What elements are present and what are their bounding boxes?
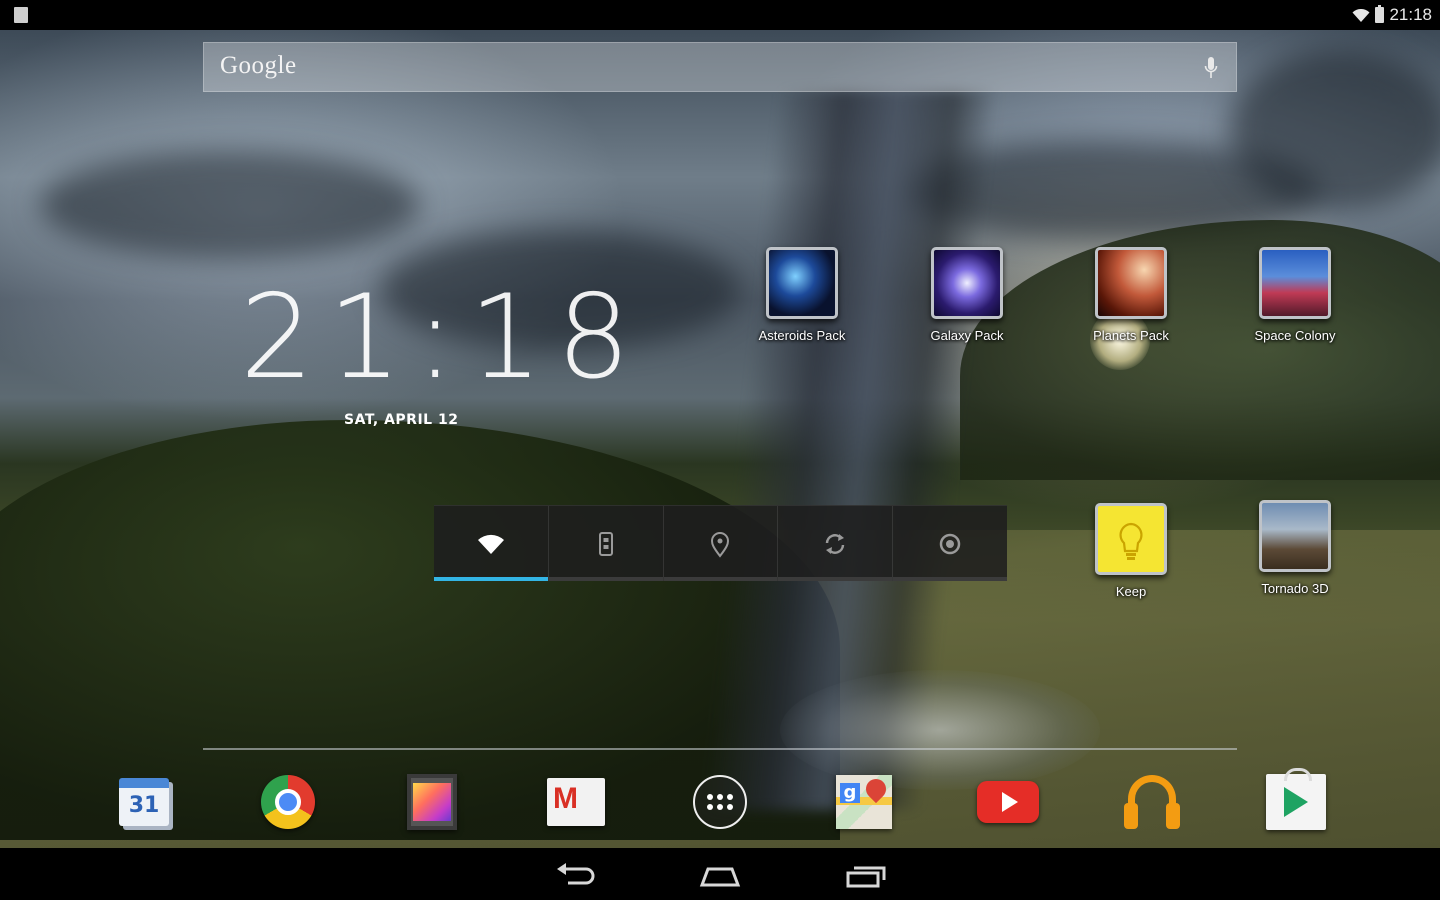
brightness-icon (939, 533, 961, 554)
sync-icon (826, 533, 845, 554)
home-icon (699, 867, 741, 887)
status-bar[interactable]: 21:18 (0, 0, 1440, 30)
location-pin-icon (711, 531, 730, 558)
apps-grid-icon (693, 775, 747, 829)
gallery-image (413, 783, 451, 821)
keep-icon (1095, 503, 1167, 575)
map-pin-icon (861, 774, 891, 804)
dock-gallery[interactable] (400, 770, 464, 834)
recents-button[interactable] (842, 860, 890, 890)
chrome-icon (261, 775, 315, 829)
planets-icon (1095, 247, 1167, 319)
bluetooth-toggle[interactable] (548, 506, 664, 581)
back-icon (557, 863, 595, 885)
wifi-icon (1352, 8, 1370, 22)
back-button[interactable] (552, 860, 600, 890)
toggle-indicator (434, 577, 548, 581)
play-triangle (1284, 787, 1308, 817)
tornado-icon (1259, 500, 1331, 572)
dock-all-apps[interactable] (688, 770, 752, 834)
app-keep[interactable]: Keep (1061, 503, 1201, 599)
dock-gmail[interactable]: M (544, 770, 608, 834)
app-label: Galaxy Pack (930, 328, 1004, 343)
app-asteroids-pack[interactable]: Asteroids Pack (732, 247, 872, 343)
cloud (1230, 50, 1440, 210)
wallpaper (0, 30, 1440, 848)
gmail-icon: M (547, 778, 605, 826)
headphones-icon (1122, 773, 1182, 831)
headphones-cup (1166, 803, 1180, 829)
clock-widget-time[interactable]: 21:18 (240, 280, 644, 396)
dock-chrome[interactable] (256, 770, 320, 834)
app-label: Tornado 3D (1261, 581, 1329, 596)
calendar-icon: 31 (119, 778, 169, 826)
dock-play-store[interactable] (1264, 768, 1328, 834)
navigation-bar (0, 848, 1440, 900)
google-logo: Google (220, 52, 297, 79)
maps-icon: g (836, 774, 892, 829)
dock-maps[interactable]: g (832, 770, 896, 834)
search-bar[interactable]: Google (203, 42, 1237, 92)
mic-icon[interactable] (1204, 56, 1218, 80)
toggle-indicator (893, 577, 1007, 581)
status-time: 21:18 (1389, 5, 1432, 24)
dock-youtube[interactable] (976, 770, 1040, 834)
hotseat-divider (203, 748, 1237, 750)
play-store-icon (1266, 768, 1326, 830)
recents-icon (846, 866, 886, 888)
app-label: Asteroids Pack (758, 328, 846, 343)
app-label: Planets Pack (1093, 328, 1169, 343)
youtube-icon (977, 781, 1039, 823)
headphones-cup (1124, 803, 1138, 829)
app-galaxy-pack[interactable]: Galaxy Pack (897, 247, 1037, 343)
asteroids-icon (766, 247, 838, 319)
dock-calendar[interactable]: 31 (112, 770, 176, 834)
app-label: Keep (1115, 584, 1147, 599)
brightness-toggle[interactable] (893, 506, 1007, 581)
tornado-base (780, 670, 1100, 790)
power-control-widget (434, 505, 1007, 581)
maps-g-badge: g (840, 783, 860, 803)
wifi-icon (477, 534, 504, 554)
toggle-indicator (548, 577, 663, 581)
clock-widget-date: SAT, APRIL 12 (344, 412, 459, 428)
battery-icon (1375, 5, 1385, 23)
home-button[interactable] (696, 860, 744, 890)
dock-play-music[interactable] (1120, 770, 1184, 834)
sync-toggle[interactable] (778, 506, 894, 581)
bluetooth-icon (598, 531, 613, 556)
galaxy-icon (931, 247, 1003, 319)
gallery-icon (407, 774, 457, 830)
notification-icon (14, 7, 28, 23)
toggle-indicator (778, 577, 893, 581)
location-toggle[interactable] (663, 506, 779, 581)
app-label: Space Colony (1254, 328, 1336, 343)
wifi-toggle[interactable] (434, 506, 549, 581)
space-colony-icon (1259, 247, 1331, 319)
toggle-indicator (663, 577, 778, 581)
gmail-letter: M (553, 782, 578, 815)
status-right: 21:18 (1352, 4, 1432, 26)
app-tornado-3d[interactable]: Tornado 3D (1225, 500, 1365, 596)
app-planets-pack[interactable]: Planets Pack (1061, 247, 1201, 343)
cloud (40, 150, 420, 260)
app-space-colony[interactable]: Space Colony (1225, 247, 1365, 343)
